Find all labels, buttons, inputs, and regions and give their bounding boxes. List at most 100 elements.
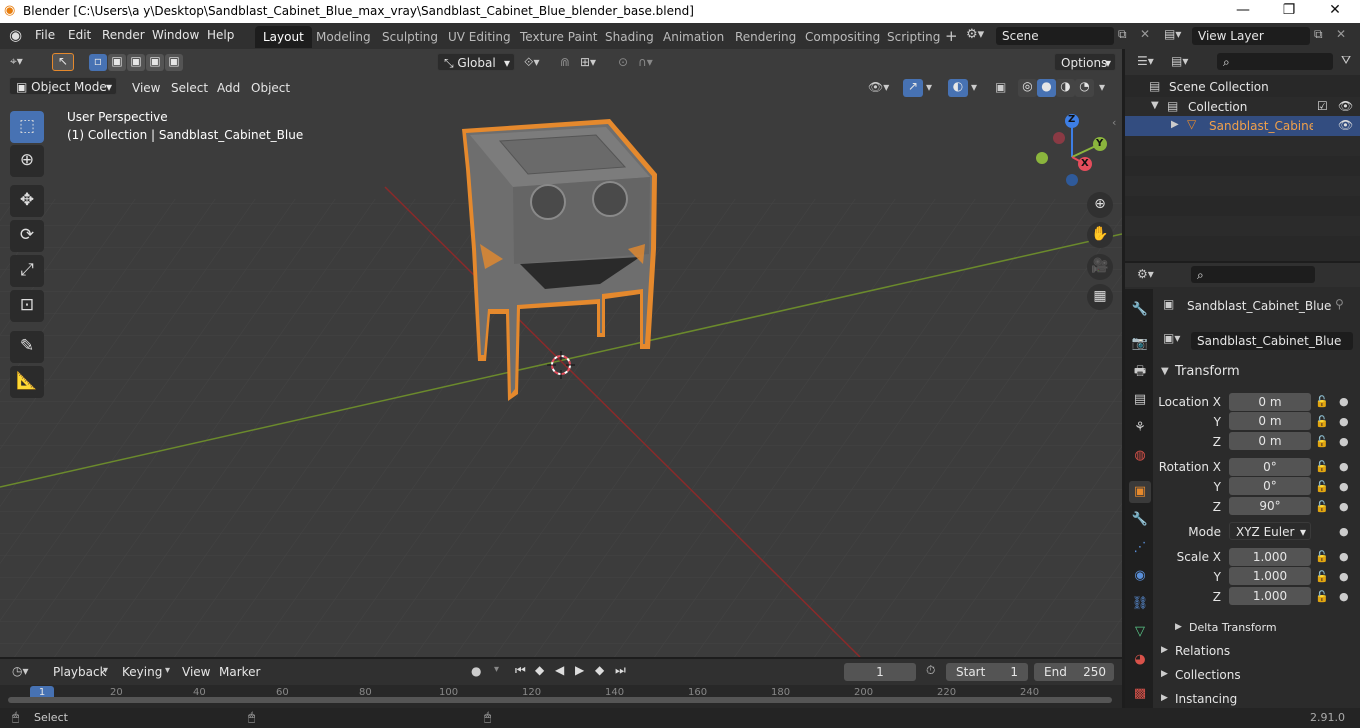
new-scene-icon[interactable]: ⧉ [1118,27,1127,42]
add-workspace-icon[interactable]: + [945,27,958,45]
maximize-button[interactable]: ❐ [1274,2,1304,18]
relations-header[interactable]: Relations [1175,644,1230,658]
expand-arrow-icon[interactable]: ▼ [1151,100,1159,111]
menu-help[interactable]: Help [207,28,234,42]
select-mode-extend-icon[interactable]: ▣ [108,54,126,71]
location-z-field[interactable]: 0 m [1229,432,1311,450]
lock-icon[interactable]: 🔓 [1315,480,1329,493]
camera-view-icon[interactable]: 🎥 [1087,254,1113,280]
measure-tool-icon[interactable]: 📐 [10,366,44,398]
jump-start-icon[interactable]: ⏮ [515,663,526,678]
new-view-layer-icon[interactable]: ⧉ [1314,27,1323,42]
collections-header[interactable]: Collections [1175,668,1241,682]
delete-view-layer-icon[interactable]: ✕ [1336,27,1346,41]
eye-icon[interactable]: 👁 [1338,99,1353,113]
outliner-row-scene-collection[interactable]: ▤ Scene Collection [1125,77,1360,97]
outliner-search-input[interactable]: ⌕ [1217,53,1333,70]
stopwatch-icon[interactable]: ⏱ [926,663,935,678]
transform-tool-icon[interactable]: ⊡ [10,290,44,322]
display-mode-icon[interactable]: ▤▾ [1171,54,1188,68]
object-name-field[interactable]: Sandblast_Cabinet_Blue [1191,332,1353,350]
lock-icon[interactable]: 🔓 [1315,500,1329,513]
select-tool-icon[interactable]: ↖ [52,53,74,71]
outliner-row-sandblast-cabinet[interactable]: ▶ ▽ Sandblast_Cabinet_B 👁 [1125,116,1360,136]
menu-render[interactable]: Render [102,28,145,42]
lock-icon[interactable]: 🔓 [1315,550,1329,563]
expand-arrow-icon[interactable]: ▶ [1161,645,1168,655]
falloff-icon[interactable]: ∩▾ [638,55,653,69]
outliner-row-collection[interactable]: ▼ ▤ Collection ☑ 👁 [1125,97,1360,117]
keyframe-dot-icon[interactable]: ● [1339,435,1349,448]
prev-keyframe-icon[interactable]: ◆ [535,663,544,677]
keyframe-dot-icon[interactable]: ● [1339,415,1349,428]
lock-icon[interactable]: 🔓 [1315,395,1329,408]
overlays-toggle-icon[interactable]: ◐ [948,79,968,97]
jump-end-icon[interactable]: ⏭ [615,663,626,678]
tab-scripting[interactable]: Scripting [879,26,948,48]
lock-icon[interactable]: 🔓 [1315,435,1329,448]
viewport-menu-select[interactable]: Select [171,81,208,95]
rendered-shading-icon[interactable]: ◔ [1075,79,1094,97]
move-tool-icon[interactable]: ✥ [10,185,44,217]
properties-search-input[interactable]: ⌕ [1191,266,1315,283]
gizmo-z-label[interactable]: Z [1068,114,1075,125]
viewport-menu-view[interactable]: View [132,81,160,95]
transform-orientation-dropdown[interactable]: ⤡ Global ▾ [437,53,515,71]
view-layer-icon[interactable]: ▤▾ [1164,27,1181,41]
keyframe-dot-icon[interactable]: ● [1339,590,1349,603]
chevron-down-icon[interactable]: ▾ [1099,80,1105,94]
pin-icon[interactable]: ⚲ [1335,297,1344,311]
zoom-icon[interactable]: ⊕ [1087,192,1113,218]
auto-keying-icon[interactable]: ● [471,664,481,678]
keyframe-dot-icon[interactable]: ● [1339,525,1349,538]
timeline-scrollbar[interactable] [8,697,1112,703]
end-frame-field[interactable]: End 250 [1034,663,1114,681]
timeline-menu-playback[interactable]: Playback [53,665,107,679]
lock-icon[interactable]: 🔓 [1315,415,1329,428]
visibility-icon[interactable]: 👁▾ [868,80,889,94]
tab-uv-editing[interactable]: UV Editing [440,26,519,48]
minimize-button[interactable]: — [1228,2,1258,18]
proportional-editing-icon[interactable]: ⊙ [618,55,628,69]
ortho-toggle-icon[interactable]: ▦ [1087,284,1113,310]
scene-field[interactable]: Scene [996,27,1114,45]
3d-viewport[interactable]: Z Y X ⌖▾ ↖ ▫ ▣ ▣ ▣ ▣ ⤡ Global ▾ ⟐▾ ⋒ ⊞▾ ⊙… [0,49,1122,657]
gizmo-y-label[interactable]: Y [1096,138,1103,149]
viewport-menu-object[interactable]: Object [251,81,290,95]
location-x-field[interactable]: 0 m [1229,393,1311,411]
material-tab-icon[interactable]: ◕ [1129,649,1151,671]
select-mode-intersect-icon[interactable]: ▣ [165,54,183,71]
scale-y-field[interactable]: 1.000 [1229,567,1311,585]
object-browse-icon[interactable]: ▣▾ [1163,331,1187,351]
timeline-menu-view[interactable]: View [182,665,210,679]
menu-window[interactable]: Window [152,28,199,42]
menu-edit[interactable]: Edit [68,28,91,42]
eye-icon[interactable]: 👁 [1338,118,1353,132]
play-icon[interactable]: ▶ [575,663,584,677]
output-tab-icon[interactable]: 🖶 [1129,361,1151,383]
annotate-tool-icon[interactable]: ✎ [10,331,44,363]
cursor-tool-icon[interactable]: ⊕ [10,145,44,177]
options-dropdown[interactable]: Options ▾ [1054,53,1116,71]
xray-icon[interactable]: ▣ [995,80,1006,94]
timeline-ruler[interactable]: 1 20 40 60 80 100 120 140 160 180 200 22… [0,685,1122,708]
scale-tool-icon[interactable]: ⤢ [10,255,44,287]
play-reverse-icon[interactable]: ◀ [555,663,564,677]
rotate-tool-icon[interactable]: ⟳ [10,220,44,252]
sidebar-toggle-icon[interactable]: ‹ [1112,116,1116,129]
render-tab-icon[interactable]: 📷 [1129,333,1151,355]
menu-file[interactable]: File [35,28,55,42]
select-mode-subtract-icon[interactable]: ▣ [127,54,145,71]
tool-tab-icon[interactable]: 🔧 [1129,299,1151,321]
scale-x-field[interactable]: 1.000 [1229,548,1311,566]
snap-target-icon[interactable]: ⊞▾ [580,55,596,69]
wireframe-shading-icon[interactable]: ◎ [1018,79,1037,97]
timeline-menu-marker[interactable]: Marker [219,665,260,679]
texture-tab-icon[interactable]: ▩ [1129,683,1151,705]
next-keyframe-icon[interactable]: ◆ [595,663,604,677]
gizmo-toggle-icon[interactable]: ↗ [903,79,923,97]
close-window-button[interactable]: ✕ [1320,2,1350,18]
select-box-tool-icon[interactable]: ⬚ [10,111,44,143]
expand-arrow-icon[interactable]: ▼ [1161,366,1169,377]
tab-rendering[interactable]: Rendering [727,26,804,48]
